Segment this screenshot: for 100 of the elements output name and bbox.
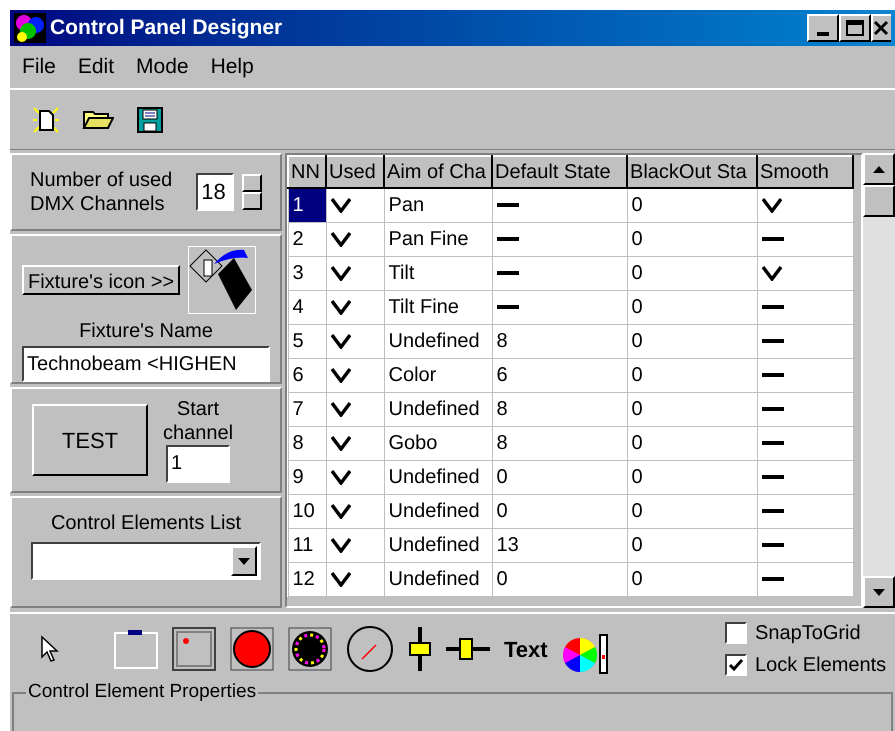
row-number[interactable]: 6 [288, 358, 326, 392]
knob-icon [346, 625, 394, 673]
table-cell: 0 [492, 494, 627, 528]
table-cell: 0 [492, 460, 627, 494]
field-label: Number of used DMX Channels [30, 168, 174, 216]
knob-tool[interactable] [346, 625, 394, 673]
table-cell: Undefined [384, 460, 492, 494]
table-cell: Color [384, 358, 492, 392]
table-cell: Pan Fine [384, 222, 492, 256]
led-ring-tool[interactable] [288, 627, 332, 671]
table-cell: 0 [627, 392, 757, 426]
frame-icon [172, 627, 216, 671]
new-file-button[interactable] [32, 106, 60, 134]
table-cell: 13 [492, 528, 627, 562]
field-label: Fixture's Name [78, 319, 214, 344]
table-cell: 6 [492, 358, 627, 392]
window-title: Control Panel Designer [50, 15, 284, 42]
row-number[interactable]: 8 [288, 426, 326, 460]
fixture-name-field[interactable]: Technobeam <HIGHEN [22, 346, 270, 382]
column-header[interactable]: Smooth [757, 156, 853, 188]
test-button[interactable]: TEST [32, 404, 148, 476]
horizontal-slider-tool[interactable] [446, 637, 490, 661]
start-channel-field[interactable]: 1 [166, 445, 230, 483]
row-number[interactable]: 3 [288, 256, 326, 290]
checkbox[interactable] [725, 622, 747, 644]
table-cell: Pan [384, 188, 492, 222]
row-number[interactable]: 9 [288, 460, 326, 494]
panel-icon [114, 629, 158, 669]
control-elements-dropdown[interactable] [31, 542, 261, 580]
table-cell: 0 [627, 562, 757, 596]
row-number[interactable]: 7 [288, 392, 326, 426]
channel-count-field[interactable]: 18 [196, 173, 234, 211]
field-label: Start channel [162, 397, 234, 445]
table-cell: Tilt Fine [384, 290, 492, 324]
pointer-icon [40, 635, 60, 663]
scrollbar[interactable] [863, 153, 895, 608]
row-number[interactable]: 1 [288, 188, 326, 222]
spin-down-button[interactable] [242, 192, 262, 210]
fixture-drawing [188, 246, 256, 314]
ledring-icon [288, 627, 332, 671]
table-cell: 0 [492, 562, 627, 596]
row-number[interactable]: 11 [288, 528, 326, 562]
table-cell: 0 [627, 426, 757, 460]
menu-item[interactable]: Help [210, 51, 254, 83]
table-cell: 0 [627, 222, 757, 256]
table-cell: Undefined [384, 528, 492, 562]
table-cell: Undefined [384, 324, 492, 358]
column-header[interactable]: BlackOut Sta [627, 156, 757, 188]
table-cell: 0 [627, 528, 757, 562]
pointer-tool[interactable] [40, 635, 60, 663]
close-button[interactable] [871, 14, 891, 42]
row-number[interactable]: 2 [288, 222, 326, 256]
menu-item[interactable]: Mode [136, 51, 189, 83]
down-arrow-icon [238, 558, 250, 564]
row-number[interactable]: 5 [288, 324, 326, 358]
table-cell: Undefined [384, 494, 492, 528]
close-icon [873, 20, 889, 36]
field-label: Control Elements List [50, 511, 242, 536]
table-cell: 0 [627, 290, 757, 324]
table-cell: 0 [627, 494, 757, 528]
checkbox[interactable] [725, 654, 747, 676]
vslider-icon [408, 627, 432, 671]
spin-up-button[interactable] [242, 174, 262, 192]
table-cell: 8 [492, 426, 627, 460]
panel-tool[interactable] [114, 629, 158, 669]
fixture-icon-button[interactable]: Fixture's icon >> [22, 265, 180, 295]
column-header[interactable]: Aim of Cha [384, 156, 492, 188]
row-number[interactable]: 4 [288, 290, 326, 324]
table-cell: Gobo [384, 426, 492, 460]
table-cell: 0 [627, 358, 757, 392]
scroll-down-button[interactable] [863, 576, 895, 608]
text-tool[interactable]: Text [504, 632, 548, 666]
dropdown-button[interactable] [231, 546, 257, 576]
panel-title: Control Element Properties [26, 681, 258, 703]
scroll-up-button[interactable] [863, 153, 895, 185]
up-arrow-icon [873, 166, 885, 172]
menu-item[interactable]: File [22, 51, 56, 83]
checkbox-label: Lock Elements [755, 653, 886, 678]
app-logo-icon [14, 13, 46, 43]
table-cell: 0 [627, 460, 757, 494]
save-button[interactable] [136, 106, 164, 134]
maximize-button[interactable] [839, 14, 871, 42]
column-header[interactable]: NN [288, 156, 326, 188]
column-header[interactable]: Used [326, 156, 384, 188]
menu-item[interactable]: Edit [78, 51, 114, 83]
row-number[interactable]: 10 [288, 494, 326, 528]
vertical-slider-tool[interactable] [408, 627, 432, 671]
minimize-button[interactable] [807, 14, 839, 42]
table-cell: 0 [627, 324, 757, 358]
down-arrow-icon [873, 588, 885, 596]
table-cell: Undefined [384, 392, 492, 426]
frame-tool[interactable] [172, 627, 216, 671]
scroll-thumb[interactable] [863, 185, 895, 217]
checkbox-label: SnapToGrid [755, 621, 861, 646]
column-header[interactable]: Default State [492, 156, 627, 188]
table-cell: 8 [492, 392, 627, 426]
minimize-icon [817, 32, 829, 36]
checkmark-icon [729, 659, 743, 671]
table-cell: 0 [627, 256, 757, 290]
row-number[interactable]: 12 [288, 562, 326, 596]
